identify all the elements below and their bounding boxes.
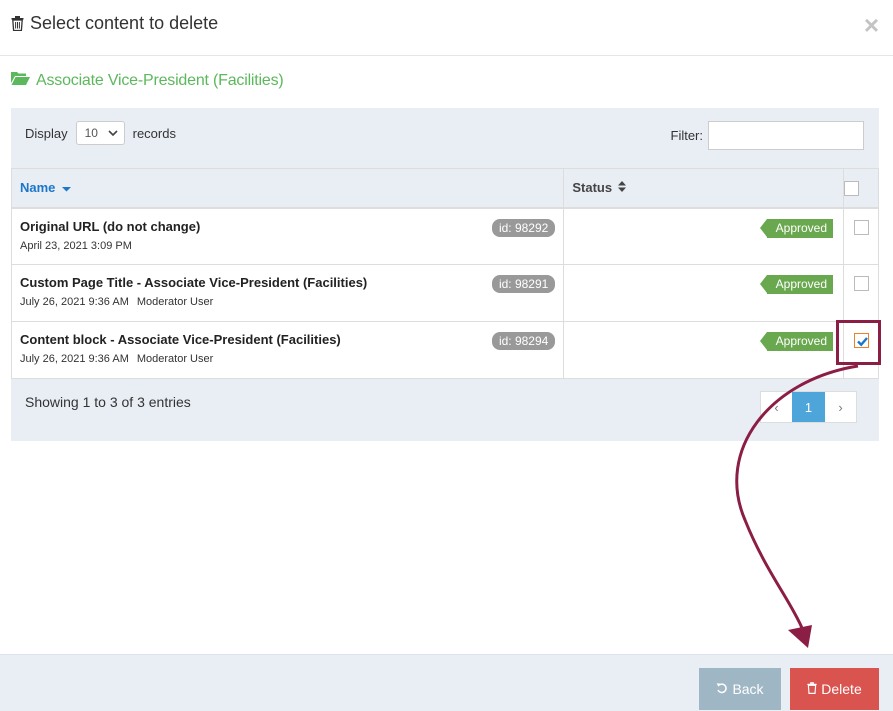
modal-footer: Back Delete (0, 654, 893, 711)
back-button[interactable]: Back (699, 668, 781, 710)
delete-button-label: Delete (821, 681, 862, 697)
annotation-arrow (735, 364, 859, 648)
delete-button[interactable]: Delete (790, 668, 879, 710)
back-button-label: Back (732, 681, 764, 697)
trash-icon (807, 681, 817, 697)
undo-icon (716, 681, 728, 697)
